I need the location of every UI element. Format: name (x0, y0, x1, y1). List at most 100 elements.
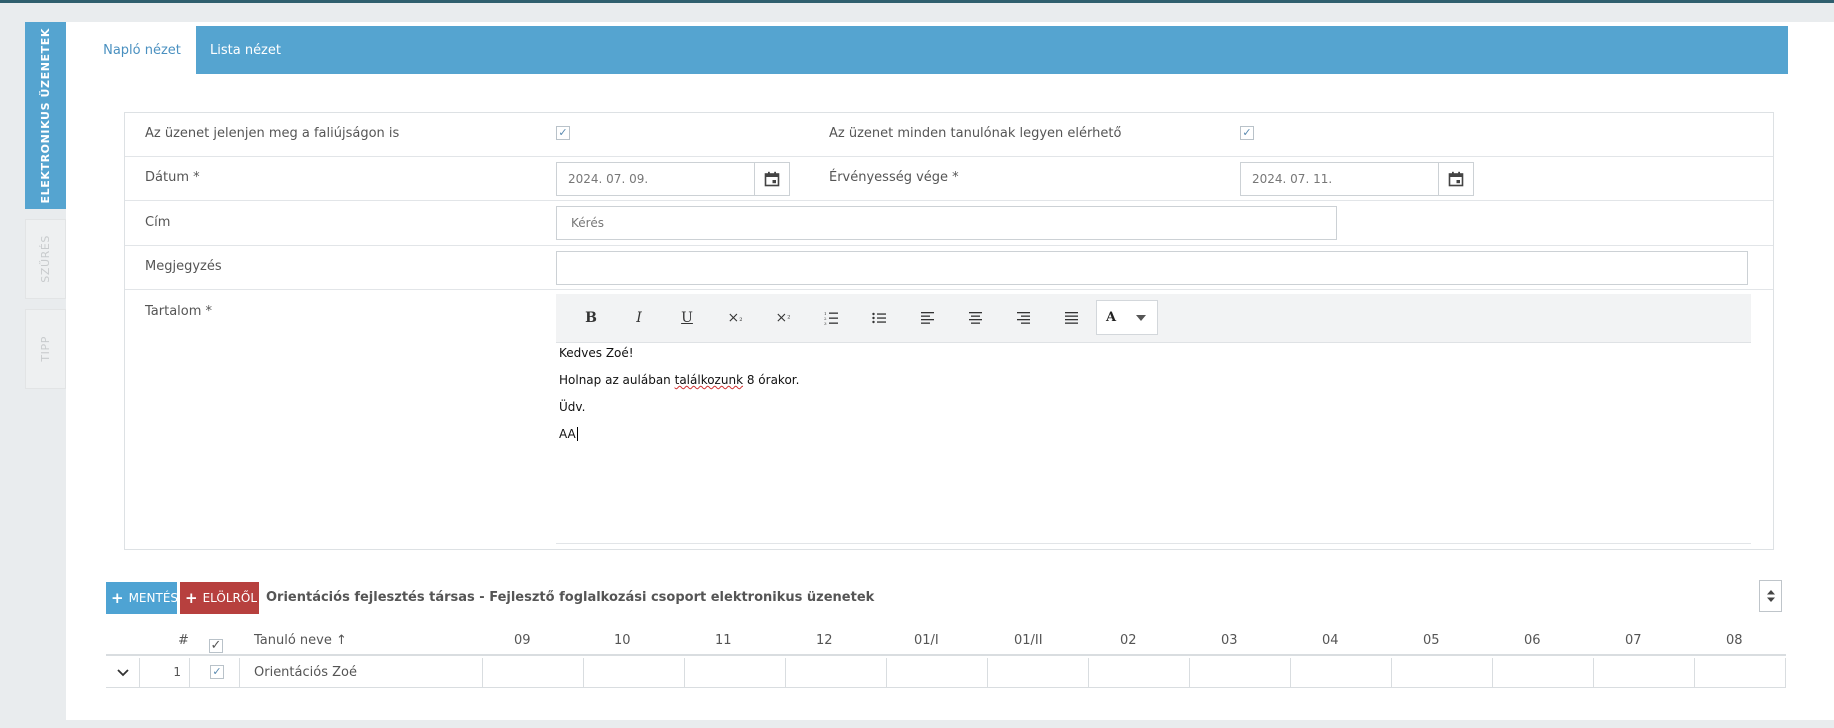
month-cell[interactable] (1493, 658, 1594, 688)
reset-button[interactable]: + ELÖLRŐL (180, 582, 259, 614)
month-cell[interactable] (1089, 658, 1190, 688)
align-left-icon[interactable] (909, 302, 945, 334)
date-label: Dátum * (145, 170, 200, 185)
font-color-button[interactable]: A (1096, 300, 1158, 335)
col-header-month: 08 (1726, 633, 1743, 648)
italic-icon[interactable]: I (621, 302, 657, 334)
month-cell[interactable] (1190, 658, 1291, 688)
valid-until-value: 2024. 07. 11. (1252, 172, 1333, 186)
sort-arrow-icon: ↑ (336, 633, 347, 648)
month-cell[interactable] (584, 658, 685, 688)
main-panel: Napló nézet Lista nézet Az üzenet jelenj… (66, 22, 1834, 720)
ordered-list-icon[interactable]: 123 (813, 302, 849, 334)
side-tab-tip[interactable]: TIPP (25, 309, 66, 389)
select-all-checkbox[interactable]: ✓ (209, 632, 223, 653)
editor-text: Üdv. (559, 400, 586, 414)
title-field[interactable]: Kérés (556, 206, 1337, 240)
calendar-icon[interactable] (1438, 163, 1473, 195)
form-row-dates: Dátum * 2024. 07. 09. Érvényesség vége *… (125, 157, 1773, 201)
show-on-wall-label: Az üzenet jelenjen meg a faliújságon is (145, 126, 400, 141)
group-title: Orientációs fejlesztés társas - Fejleszt… (266, 590, 875, 605)
subscript-icon[interactable]: × ₂ (717, 302, 753, 334)
editor-content[interactable]: Kedves Zoé! Holnap az aulában találkozun… (559, 346, 1749, 546)
col-header-month: 02 (1120, 633, 1137, 648)
row-checkbox[interactable]: ✓ (210, 665, 224, 679)
chevron-down-icon[interactable] (1125, 301, 1157, 334)
calendar-icon[interactable] (754, 163, 789, 195)
month-cell[interactable] (1695, 658, 1786, 688)
title-label: Cím (145, 215, 171, 230)
reset-label: ELÖLRŐL (202, 591, 258, 605)
editor-text: 8 órakor. (746, 373, 800, 387)
save-button[interactable]: + MENTÉS (106, 582, 178, 614)
side-tab-label: ELEKTRONIKUS ÜZENETEK (39, 27, 52, 204)
side-tab-messages[interactable]: ELEKTRONIKUS ÜZENETEK (25, 22, 66, 209)
month-cell[interactable] (1594, 658, 1695, 688)
col-header-name[interactable]: Tanuló neve ↑ (254, 633, 347, 648)
misspelled-word: találkozunk (674, 373, 744, 387)
align-center-icon[interactable] (957, 302, 993, 334)
col-header-month: 11 (715, 633, 732, 648)
plus-icon: + (111, 589, 124, 607)
side-tab-label: SZŰRÉS (39, 235, 52, 283)
student-name: Orientációs Zoé (254, 665, 357, 680)
row-name-cell: Orientációs Zoé (240, 658, 483, 688)
available-all-checkbox[interactable]: ✓ (1240, 126, 1254, 140)
font-color-icon: A (1105, 310, 1117, 325)
side-tab-filter[interactable]: SZŰRÉS (25, 219, 66, 299)
valid-until-label: Érvényesség vége * (829, 170, 959, 185)
editor-line: AA (559, 427, 1749, 454)
top-accent-line (0, 0, 1834, 3)
expand-row-button[interactable] (106, 658, 140, 688)
col-header-month: 05 (1423, 633, 1440, 648)
note-label: Megjegyzés (145, 259, 222, 274)
form-row-title: Cím Kérés (125, 201, 1773, 246)
col-header-month: 03 (1221, 633, 1238, 648)
align-right-icon[interactable] (1005, 302, 1041, 334)
show-on-wall-checkbox[interactable]: ✓ (556, 126, 570, 140)
justify-icon[interactable] (1053, 302, 1089, 334)
tab-journal-view[interactable]: Napló nézet (88, 26, 196, 74)
valid-until-field[interactable]: 2024. 07. 11. (1240, 162, 1474, 196)
form-row-content: Tartalom * B I U × ₂ × ² 123 A Kedves Zo… (125, 290, 1773, 549)
checkbox: ✓ (209, 638, 223, 653)
superscript-icon[interactable]: × ² (765, 302, 801, 334)
sort-icon (1766, 590, 1775, 602)
col-header-month: 04 (1322, 633, 1339, 648)
month-cell[interactable] (483, 658, 584, 688)
table-row[interactable]: 1 ✓ Orientációs Zoé (106, 658, 1786, 688)
month-cell[interactable] (988, 658, 1089, 688)
month-cell[interactable] (786, 658, 887, 688)
col-header-name-label: Tanuló neve (254, 633, 332, 648)
col-header-month: 12 (816, 633, 833, 648)
col-header-month: 10 (614, 633, 631, 648)
editor-toolbar: B I U × ₂ × ² 123 A (556, 294, 1751, 343)
tab-list-view[interactable]: Lista nézet (196, 26, 295, 74)
date-field[interactable]: 2024. 07. 09. (556, 162, 790, 196)
month-cell[interactable] (1291, 658, 1392, 688)
view-tab-bar: Napló nézet Lista nézet (88, 26, 1788, 74)
title-value: Kérés (571, 216, 604, 230)
row-index: 1 (173, 665, 181, 679)
col-header-month: 06 (1524, 633, 1541, 648)
month-cell[interactable] (887, 658, 988, 688)
editor-line: Kedves Zoé! (559, 346, 1749, 373)
side-tab-label: TIPP (39, 336, 52, 362)
row-checkbox-cell: ✓ (190, 658, 240, 688)
unordered-list-icon[interactable] (861, 302, 897, 334)
svg-text:3: 3 (824, 321, 827, 325)
grid-header: # ✓ Tanuló neve ↑ 09 10 11 12 01/I 01/II… (106, 626, 1786, 656)
note-field[interactable] (556, 251, 1748, 285)
col-header-month: 01/II (1014, 633, 1043, 648)
sort-toggle-button[interactable] (1759, 580, 1782, 612)
content-label: Tartalom * (145, 304, 213, 319)
editor-text: AA (559, 427, 576, 441)
bold-icon[interactable]: B (573, 302, 609, 334)
month-cell[interactable] (685, 658, 786, 688)
month-cell[interactable] (1392, 658, 1493, 688)
message-form: Az üzenet jelenjen meg a faliújságon is … (124, 112, 1774, 550)
col-header-index: # (178, 633, 189, 648)
form-row-note: Megjegyzés (125, 246, 1773, 290)
underline-icon[interactable]: U (669, 302, 705, 334)
form-row-flags: Az üzenet jelenjen meg a faliújságon is … (125, 113, 1773, 157)
